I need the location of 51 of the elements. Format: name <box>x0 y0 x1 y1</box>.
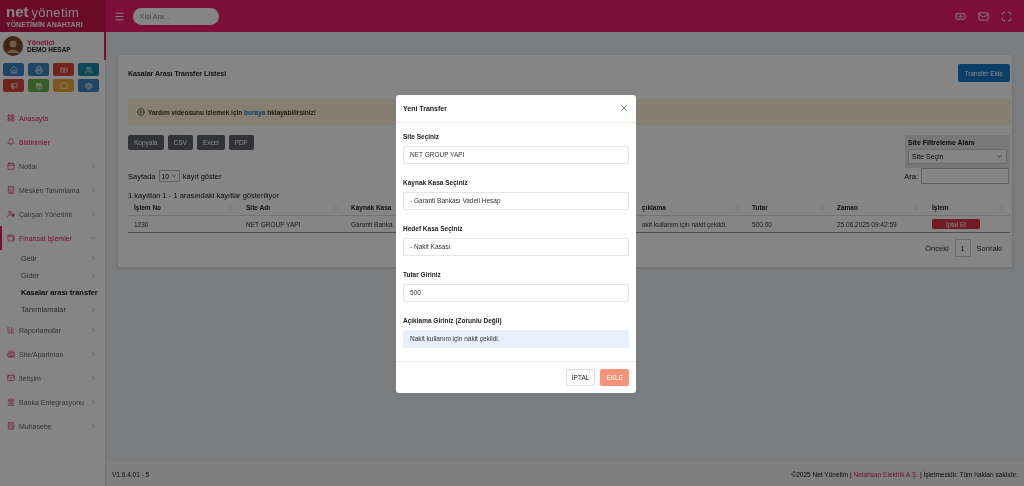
mail-icon <box>7 374 15 382</box>
shortcut-button[interactable] <box>78 79 99 92</box>
table-search-field[interactable] <box>921 168 1009 184</box>
chevron-right-icon <box>90 374 97 382</box>
caret-icon <box>170 173 177 179</box>
fullscreen-icon[interactable] <box>1001 10 1012 22</box>
caret-icon <box>996 153 1003 160</box>
mail-icon[interactable] <box>978 10 989 22</box>
chevron-right-icon <box>90 422 97 430</box>
calculator-icon <box>7 422 15 430</box>
calendar-icon <box>7 162 15 170</box>
shortcut-button[interactable] <box>28 79 49 92</box>
chevron-right-icon <box>90 350 97 358</box>
building-icon <box>7 186 15 194</box>
banknote-icon[interactable] <box>955 10 966 22</box>
menu-icon[interactable] <box>114 10 125 22</box>
shortcut-button[interactable] <box>28 63 49 76</box>
shortcut-button[interactable] <box>3 79 24 92</box>
chevron-right-icon <box>90 210 97 218</box>
chevron-right-icon <box>90 186 97 194</box>
chat-icon <box>59 81 68 90</box>
chevron-right-icon <box>90 162 97 170</box>
play-icon <box>137 108 145 116</box>
shortcut-button[interactable] <box>53 79 74 92</box>
banknote-icon <box>59 65 68 74</box>
building-icon <box>7 350 15 358</box>
chevron-down-icon <box>90 234 97 242</box>
logo-text: yönetim <box>31 6 80 20</box>
logo-mark: net <box>6 4 29 19</box>
chevron-right-icon <box>90 255 97 262</box>
user-icon <box>7 210 15 218</box>
gift-icon <box>34 81 43 90</box>
home-icon <box>9 65 18 74</box>
chevron-right-icon <box>90 306 97 313</box>
chevron-right-icon <box>90 272 97 279</box>
megaphone-icon <box>9 81 18 90</box>
shortcut-button[interactable] <box>53 63 74 76</box>
bell-icon <box>7 138 15 146</box>
shortcut-button[interactable] <box>3 63 24 76</box>
printer-icon <box>34 65 43 74</box>
shortcut-button[interactable] <box>78 63 99 76</box>
avatar <box>3 36 23 56</box>
close-icon[interactable] <box>619 103 629 114</box>
grid-icon <box>7 114 15 122</box>
users-icon <box>84 65 93 74</box>
bank-icon <box>7 398 15 406</box>
chevron-right-icon <box>90 326 97 334</box>
wallet-icon <box>7 234 15 242</box>
chart-icon <box>7 326 15 334</box>
chevron-right-icon <box>90 398 97 406</box>
scale-icon <box>84 81 93 90</box>
